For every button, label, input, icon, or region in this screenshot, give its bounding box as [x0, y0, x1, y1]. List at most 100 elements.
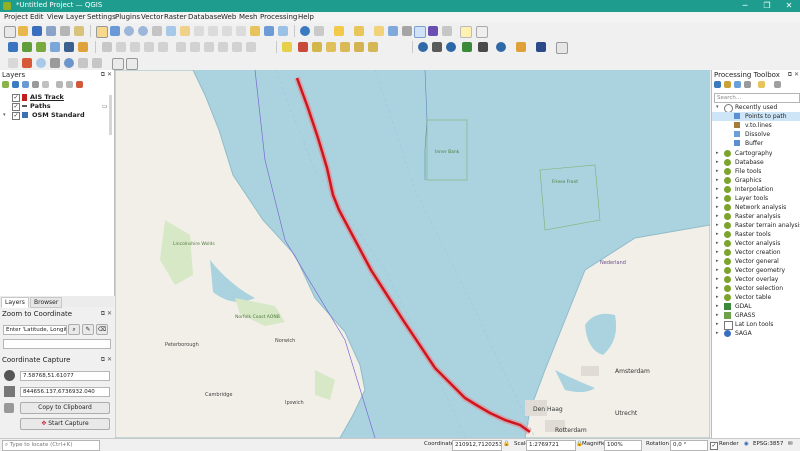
zoom-last-icon[interactable]	[222, 26, 232, 36]
menu-edit[interactable]: Edit	[30, 13, 44, 21]
label-tool-icon[interactable]	[282, 42, 292, 52]
group-network-analysis[interactable]: ▸ Network analysis	[712, 203, 800, 212]
group-gdal[interactable]: ▸ GDAL	[712, 302, 800, 311]
zoom-out-icon[interactable]	[138, 26, 148, 36]
latlon-input[interactable]: Enter 'Latitude, Longitude'	[3, 325, 67, 335]
redo-icon[interactable]	[246, 42, 256, 52]
start-capture-button[interactable]: ✥ Start Capture	[20, 418, 110, 430]
results-viewer-icon[interactable]	[744, 81, 751, 88]
rotate-label-icon[interactable]	[354, 42, 364, 52]
python-console-icon[interactable]	[432, 42, 442, 52]
group-database[interactable]: ▸ Database	[712, 158, 800, 167]
zoom-next-icon[interactable]	[236, 26, 246, 36]
data-source-manager-icon[interactable]	[8, 42, 18, 52]
group-layer-tools[interactable]: ▸ Layer tools	[712, 194, 800, 203]
remove-layer-icon[interactable]	[76, 81, 83, 88]
render-checkbox[interactable]: ✓	[710, 442, 718, 450]
filter-legend-icon[interactable]	[32, 81, 39, 88]
change-label-icon[interactable]	[368, 42, 378, 52]
zoom-native-icon[interactable]	[208, 26, 218, 36]
statistical-summary-icon[interactable]	[428, 26, 438, 36]
processing-toolbox-icon[interactable]	[414, 26, 426, 38]
plugin-settings-icon[interactable]	[478, 42, 488, 52]
cut-features-icon[interactable]	[190, 42, 200, 52]
group-raster-terrain-analysis[interactable]: ▸ Raster terrain analysis	[712, 221, 800, 230]
close-button[interactable]: ✕	[778, 0, 800, 12]
grid-icon[interactable]	[92, 58, 102, 68]
capture-coordinate-icon[interactable]	[126, 58, 138, 70]
field-calculator-icon[interactable]	[402, 26, 412, 36]
rotate-tool-icon[interactable]	[496, 42, 506, 52]
tab-layers[interactable]: Layers	[1, 297, 29, 308]
add-spatialite-layer-icon[interactable]	[64, 42, 74, 52]
coordinate-field[interactable]: 210912,7120253	[452, 440, 502, 451]
menu-layer[interactable]: Layer	[66, 13, 86, 21]
georeference-icon[interactable]	[22, 58, 32, 68]
group-cartography[interactable]: ▸ Cartography	[712, 149, 800, 158]
run-action-icon[interactable]	[314, 26, 324, 36]
lock-icon[interactable]: 🔒	[503, 441, 510, 447]
select-features-icon[interactable]	[334, 26, 344, 36]
menu-project[interactable]: Project	[4, 13, 28, 21]
copy-features-icon[interactable]	[204, 42, 214, 52]
magnifier-field[interactable]: 100%	[604, 440, 642, 451]
coordinate-capture-icon[interactable]	[556, 42, 568, 54]
pan-map-icon[interactable]	[96, 26, 108, 38]
move-label-icon[interactable]	[340, 42, 350, 52]
expand-arrow-icon[interactable]: ▾	[3, 111, 6, 120]
plugin-globe-icon[interactable]	[446, 42, 456, 52]
new-map-view-icon[interactable]	[250, 26, 260, 36]
zoom-tool-icon[interactable]: ✎	[82, 324, 94, 335]
edit-features-in-place-icon[interactable]	[758, 81, 765, 88]
zoom-full-icon[interactable]	[166, 26, 176, 36]
select-by-value-icon[interactable]	[354, 26, 364, 36]
menu-raster[interactable]: Raster	[164, 13, 187, 21]
attribute-table-icon[interactable]	[388, 26, 398, 36]
layer-labeling-icon[interactable]	[298, 42, 308, 52]
group-lat-lon-tools[interactable]: ▸ Lat Lon tools	[712, 320, 800, 330]
identify-features-icon[interactable]	[300, 26, 310, 36]
menu-view[interactable]: View	[47, 13, 64, 21]
zoom-in-icon[interactable]	[124, 26, 134, 36]
wgs84-coordinate-field[interactable]: 7.58768,51.61077	[20, 371, 110, 381]
add-mesh-layer-icon[interactable]	[50, 42, 60, 52]
add-group-icon[interactable]	[12, 81, 19, 88]
expand-all-icon[interactable]	[56, 81, 63, 88]
panel-close-icon[interactable]: ⧉ ✕	[788, 71, 799, 79]
text-annotation-icon[interactable]	[476, 26, 488, 38]
new-project-icon[interactable]	[4, 26, 16, 38]
layer-item-paths[interactable]: ✓ Paths ▭	[0, 102, 112, 111]
maximize-button[interactable]: ❐	[756, 0, 778, 12]
menu-mesh[interactable]: Mesh	[239, 13, 257, 21]
layer-checkbox[interactable]: ✓	[12, 94, 20, 102]
current-edits-icon[interactable]	[102, 42, 112, 52]
layer-item-ais-track[interactable]: ✓ AIS Track	[0, 93, 112, 102]
group-vector-creation[interactable]: ▸ Vector creation	[712, 248, 800, 257]
group-raster-analysis[interactable]: ▸ Raster analysis	[712, 212, 800, 221]
gps-icon[interactable]	[50, 58, 60, 68]
menu-vector[interactable]: Vector	[141, 13, 163, 21]
zoom-search-icon[interactable]: ⌕	[68, 324, 80, 335]
book-icon[interactable]	[536, 42, 546, 52]
print-layout-icon[interactable]	[60, 26, 70, 36]
paste-features-icon[interactable]	[218, 42, 228, 52]
new-shapefile-icon[interactable]	[78, 42, 88, 52]
recent-item-dissolve[interactable]: Dissolve	[712, 130, 800, 139]
globe-icon[interactable]	[64, 58, 74, 68]
layer-checkbox[interactable]: ✓	[12, 112, 20, 120]
open-styling-icon[interactable]	[2, 81, 9, 88]
scripts-icon[interactable]	[724, 81, 731, 88]
menu-plugins[interactable]: Plugins	[115, 13, 140, 21]
menu-processing[interactable]: Processing	[260, 13, 297, 21]
save-project-icon[interactable]	[32, 26, 42, 36]
menu-help[interactable]: Help	[298, 13, 314, 21]
zoom-rubber-band-icon[interactable]	[152, 26, 162, 36]
group-graphics[interactable]: ▸ Graphics	[712, 176, 800, 185]
add-feature-icon[interactable]	[144, 42, 154, 52]
group-saga[interactable]: ▸ SAGA	[712, 329, 800, 338]
tab-browser[interactable]: Browser	[30, 297, 63, 308]
rotation-field[interactable]: 0,0 °	[670, 440, 708, 451]
zoom-to-layer-icon[interactable]	[194, 26, 204, 36]
group-file-tools[interactable]: ▸ File tools	[712, 167, 800, 176]
crs-globe-icon[interactable]: ◉	[744, 441, 749, 447]
